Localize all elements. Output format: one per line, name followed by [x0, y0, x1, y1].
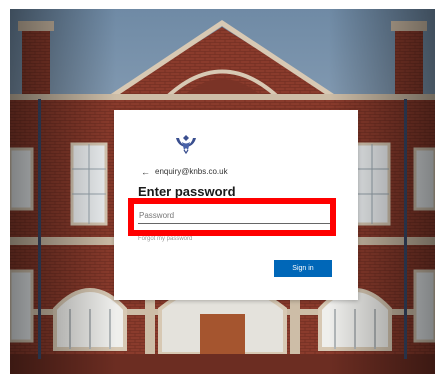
page-title: Enter password — [138, 184, 236, 199]
sign-in-button[interactable]: Sign in — [274, 260, 332, 277]
school-crest-icon — [174, 132, 198, 156]
screenshot-frame: ← enquiry@knbs.co.uk Enter password Forg… — [0, 0, 444, 381]
back-arrow-icon[interactable]: ← — [141, 167, 150, 177]
password-input[interactable] — [138, 207, 332, 224]
forgot-password-link[interactable]: Forgot my password — [138, 235, 192, 243]
account-email: enquiry@knbs.co.uk — [155, 167, 228, 176]
signin-card: ← enquiry@knbs.co.uk Enter password Forg… — [114, 110, 358, 300]
account-identity-row: ← enquiry@knbs.co.uk — [141, 166, 228, 178]
